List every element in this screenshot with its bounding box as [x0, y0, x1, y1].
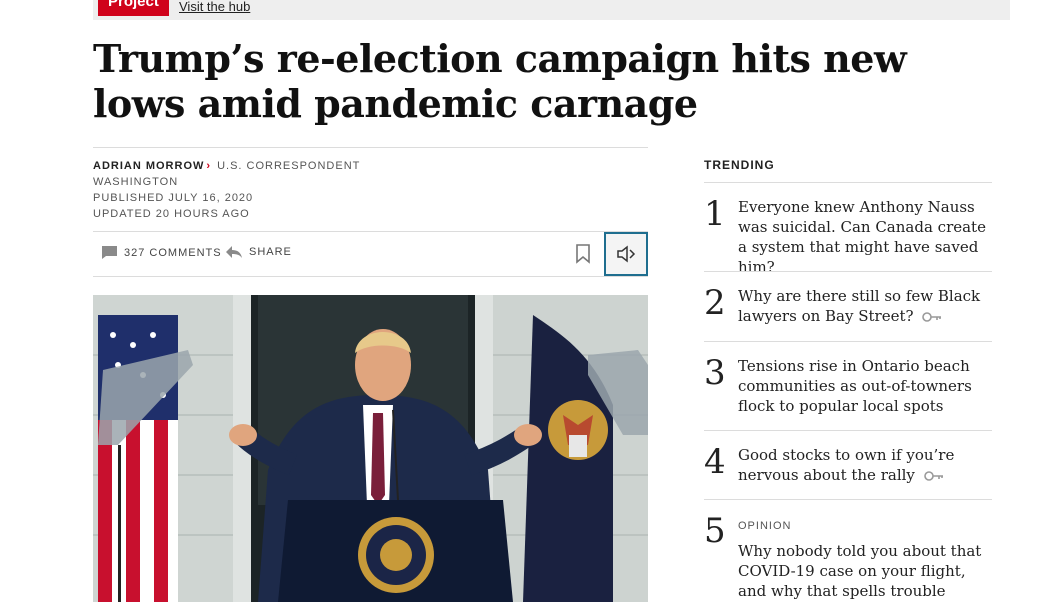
trending-item[interactable]: 4 Good stocks to own if you’re nervous a…	[704, 444, 992, 494]
visit-hub-link[interactable]: Visit the hub	[179, 0, 250, 14]
article-photo[interactable]	[93, 295, 648, 602]
bookmark-icon	[576, 244, 590, 264]
trending-headline[interactable]: Everyone knew Anthony Nauss was suicidal…	[738, 197, 992, 277]
article-toolbar: 327 COMMENTS SHARE	[93, 232, 648, 276]
trending-headline-wrap[interactable]: Why are there still so few Black lawyers…	[738, 286, 992, 326]
trending-headline-wrap[interactable]: Good stocks to own if you’re nervous abo…	[738, 445, 992, 485]
share-icon	[226, 246, 242, 258]
divider	[704, 182, 992, 183]
divider	[93, 276, 648, 277]
trending-headline: Good stocks to own if you’re nervous abo…	[738, 446, 955, 484]
trending-headline: Why are there still so few Black lawyers…	[738, 287, 981, 325]
divider	[93, 147, 648, 148]
dateline: WASHINGTON	[93, 176, 179, 188]
comments-button[interactable]: 327 COMMENTS	[101, 245, 222, 260]
trending-item[interactable]: 2 Why are there still so few Black lawye…	[704, 285, 992, 335]
trending-item[interactable]: 1 Everyone knew Anthony Nauss was suicid…	[704, 194, 992, 276]
article-headline: Trump’s re-election campaign hits new lo…	[93, 36, 907, 126]
key-icon	[923, 471, 943, 481]
trending-heading: TRENDING	[704, 158, 775, 172]
trending-rank: 3	[704, 353, 726, 393]
trending-item[interactable]: 5 OPINION Why nobody told you about that…	[704, 513, 992, 602]
share-button[interactable]: SHARE	[225, 245, 292, 259]
trending-rank: 4	[704, 442, 726, 482]
updated-time: UPDATED 20 HOURS AGO	[93, 208, 250, 220]
divider	[704, 499, 992, 500]
divider	[704, 430, 992, 431]
speaker-icon	[617, 245, 636, 263]
comment-icon	[102, 246, 117, 259]
trending-rank: 5	[704, 511, 726, 551]
photo-trump-white-house	[93, 295, 648, 602]
trending-item[interactable]: 3 Tensions rise in Ontario beach communi…	[704, 355, 992, 425]
share-label: SHARE	[249, 246, 292, 258]
author-name[interactable]: ADRIAN MORROW	[93, 160, 204, 172]
comments-label: 327 COMMENTS	[124, 246, 222, 259]
promo-tag[interactable]: Project	[98, 0, 169, 16]
listen-audio-button[interactable]	[604, 232, 648, 276]
divider	[704, 341, 992, 342]
trending-rank: 2	[704, 283, 726, 323]
trending-headline[interactable]: Tensions rise in Ontario beach communiti…	[738, 356, 992, 416]
trending-rank: 1	[704, 194, 726, 234]
trending-headline: Why nobody told you about that COVID-19 …	[738, 542, 982, 600]
key-icon	[922, 312, 942, 322]
opinion-kicker: OPINION	[738, 520, 792, 532]
author-role: U.S. CORRESPONDENT	[217, 160, 361, 172]
chevron-right-icon[interactable]: ›	[206, 160, 211, 172]
divider	[704, 271, 992, 272]
bookmark-button[interactable]	[575, 244, 591, 268]
promo-bar: Project Visit the hub	[93, 0, 1010, 20]
published-date: PUBLISHED JULY 16, 2020	[93, 192, 254, 204]
byline: ADRIAN MORROW › U.S. CORRESPONDENT WASHING…	[93, 158, 360, 222]
trending-headline-wrap[interactable]: OPINION Why nobody told you about that C…	[738, 519, 992, 601]
